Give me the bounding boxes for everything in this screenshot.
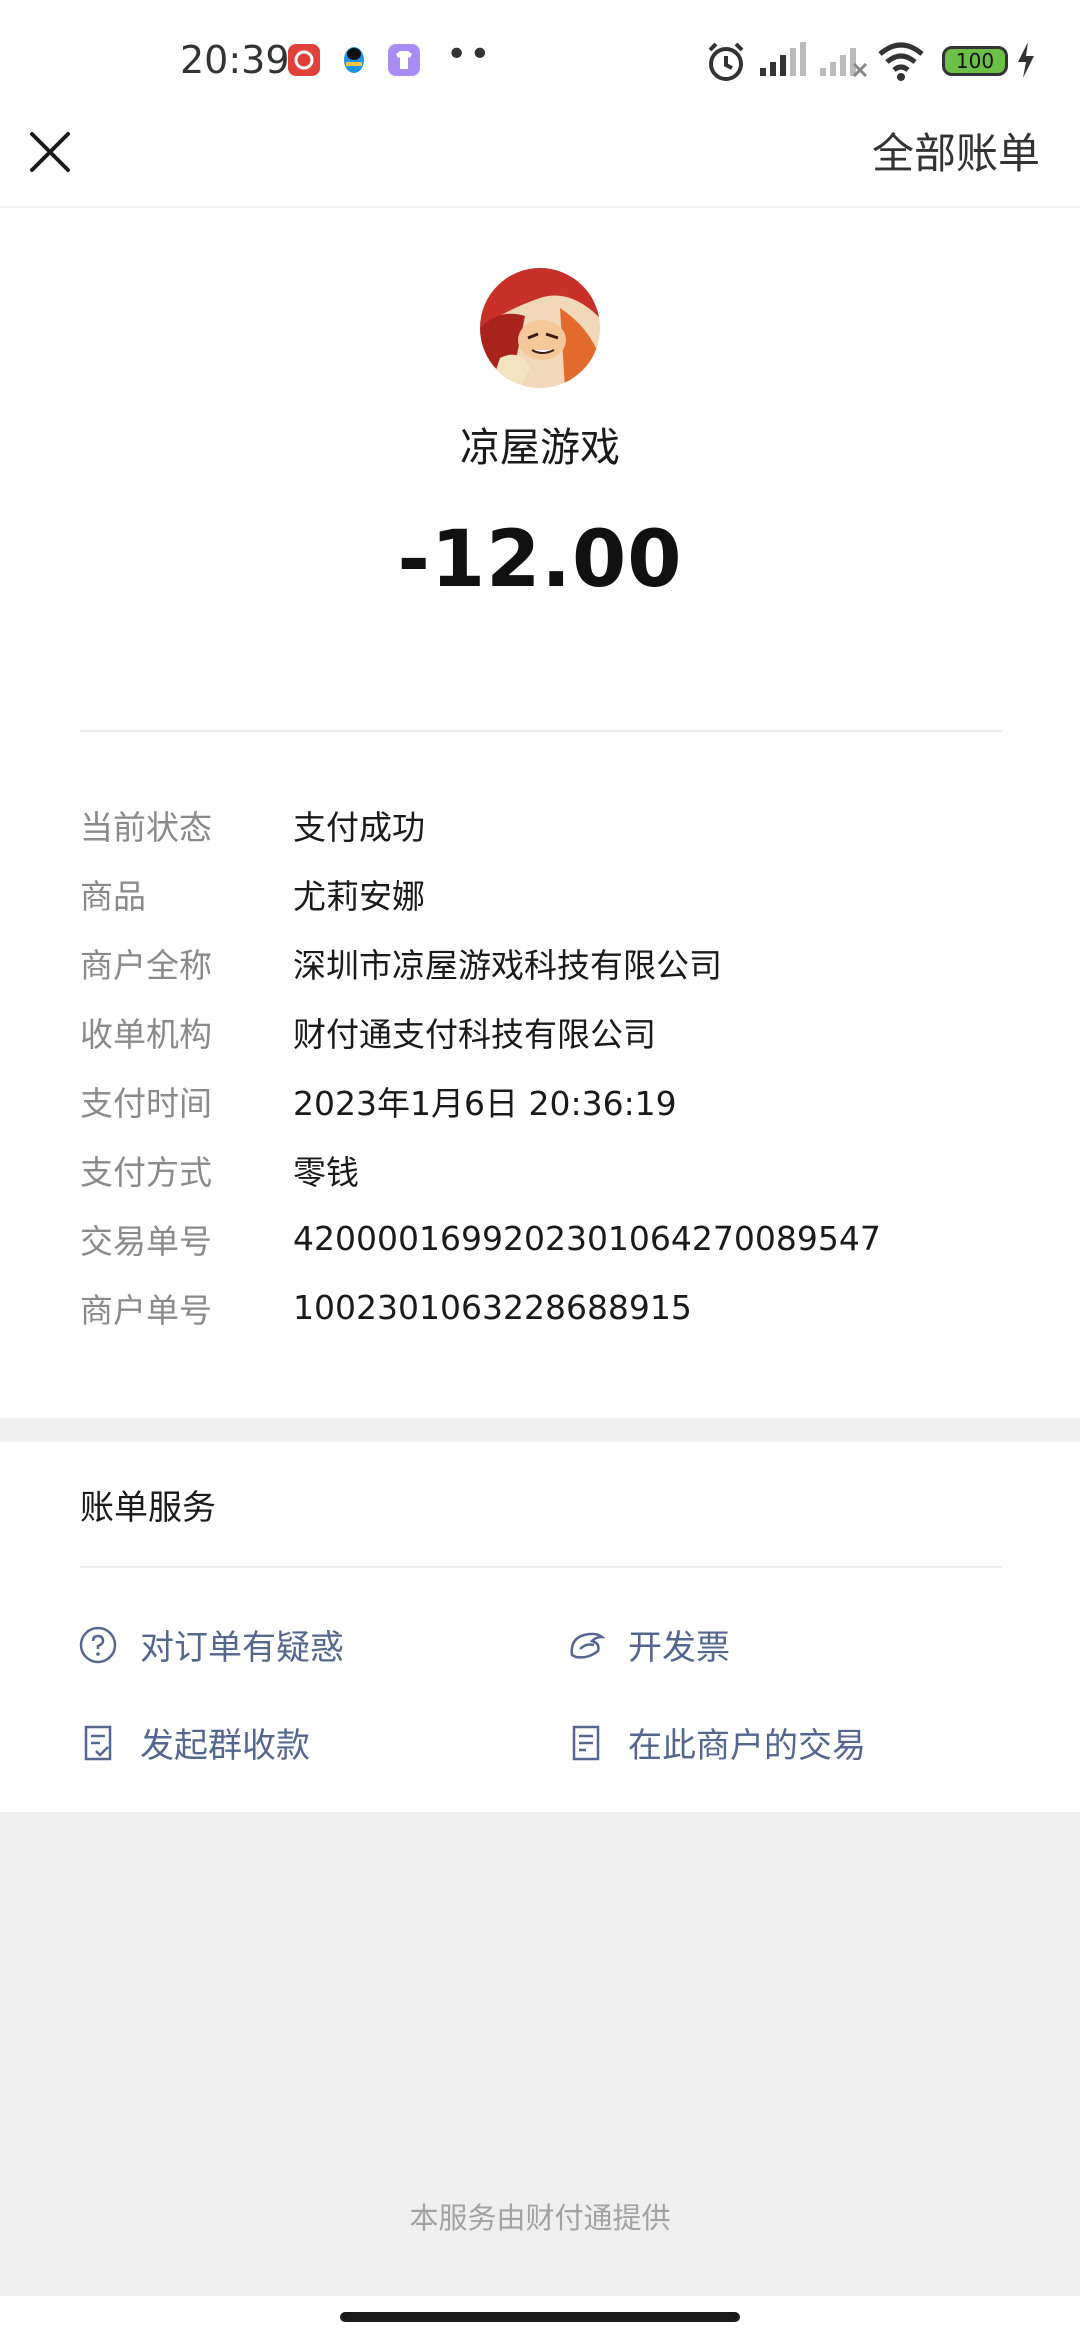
bill-details: 当前状态 支付成功 商品 尤莉安娜 商户全称 深圳市凉屋游戏科技有限公司 收单机… — [80, 790, 1010, 1342]
nav-bar: 全部账单 — [0, 120, 1080, 208]
divider — [80, 730, 1002, 732]
more-notifications-icon: •• — [446, 34, 493, 75]
order-question-label: 对订单有疑惑 — [140, 1628, 344, 1668]
all-bills-link[interactable]: 全部账单 — [872, 120, 1040, 181]
qq-icon — [338, 44, 370, 76]
detail-value: 4200001699202301064270089547 — [293, 1219, 881, 1258]
battery-level: 100 — [955, 49, 995, 73]
bill-detail-page: 20:39 •• 100 全部账单 凉屋游戏 -12.00 当前状态 支付成功 … — [0, 0, 1080, 2340]
footer-provider-text: 本服务由财付通提供 — [409, 2201, 671, 2235]
home-indicator[interactable] — [340, 2312, 740, 2322]
detail-label: 商户单号 — [80, 1290, 212, 1330]
detail-row-pay-time: 支付时间 2023年1月6日 20:36:19 — [80, 1066, 1010, 1135]
merchant-transactions-label: 在此商户的交易 — [628, 1726, 866, 1766]
nav-divider — [0, 206, 1080, 208]
theme-icon — [388, 44, 420, 76]
detail-value: 支付成功 — [293, 807, 425, 847]
divider — [80, 1566, 1002, 1568]
detail-row-acquirer: 收单机构 财付通支付科技有限公司 — [80, 997, 1010, 1066]
group-collect-button[interactable]: 发起群收款 — [78, 1718, 310, 1767]
detail-label: 收单机构 — [80, 1014, 212, 1054]
status-bar: 20:39 •• 100 — [0, 0, 1080, 120]
wifi-icon — [878, 42, 924, 81]
detail-value: 尤莉安娜 — [293, 876, 425, 916]
netease-music-icon — [288, 44, 320, 76]
detail-value: 深圳市凉屋游戏科技有限公司 — [293, 945, 722, 985]
charging-icon — [1018, 42, 1034, 78]
order-question-button[interactable]: 对订单有疑惑 — [78, 1620, 344, 1669]
detail-row-merchant-fullname: 商户全称 深圳市凉屋游戏科技有限公司 — [80, 928, 1010, 997]
detail-label: 支付时间 — [80, 1083, 212, 1123]
merchant-avatar — [480, 268, 600, 388]
detail-value: 财付通支付科技有限公司 — [293, 1014, 656, 1054]
detail-label: 商户全称 — [80, 945, 212, 985]
close-icon[interactable] — [26, 128, 74, 176]
signal-icon — [760, 42, 806, 76]
detail-value: 零钱 — [293, 1152, 359, 1192]
merchant-name: 凉屋游戏 — [460, 425, 620, 471]
detail-label: 商品 — [80, 876, 146, 916]
merchant-transactions-button[interactable]: 在此商户的交易 — [566, 1718, 866, 1767]
invoice-label: 开发票 — [628, 1628, 730, 1668]
section-separator — [0, 1418, 1080, 1442]
battery-icon: 100 — [942, 46, 1008, 76]
detail-row-merchant-order-id: 商户单号 1002301063228688915 — [80, 1273, 1010, 1342]
detail-row-transaction-id: 交易单号 4200001699202301064270089547 — [80, 1204, 1010, 1273]
detail-label: 交易单号 — [80, 1221, 212, 1261]
detail-value: 1002301063228688915 — [293, 1288, 692, 1327]
detail-row-pay-method: 支付方式 零钱 — [80, 1135, 1010, 1204]
detail-row-product: 商品 尤莉安娜 — [80, 859, 1010, 928]
status-time: 20:39 — [180, 38, 290, 82]
alarm-icon — [708, 42, 744, 81]
question-circle-icon — [79, 1626, 117, 1663]
detail-row-status: 当前状态 支付成功 — [80, 790, 1010, 859]
transactions-list-icon — [572, 1725, 600, 1760]
payment-amount: -12.00 — [397, 515, 683, 605]
group-collect-icon — [84, 1725, 112, 1760]
detail-value: 2023年1月6日 20:36:19 — [293, 1083, 677, 1123]
signal-off-icon — [820, 48, 868, 78]
invoice-button[interactable]: 开发票 — [566, 1620, 730, 1669]
group-collect-label: 发起群收款 — [140, 1726, 310, 1766]
invoice-icon — [570, 1632, 606, 1659]
detail-label: 支付方式 — [80, 1152, 212, 1192]
services-title: 账单服务 — [80, 1488, 216, 1528]
detail-label: 当前状态 — [80, 807, 212, 847]
